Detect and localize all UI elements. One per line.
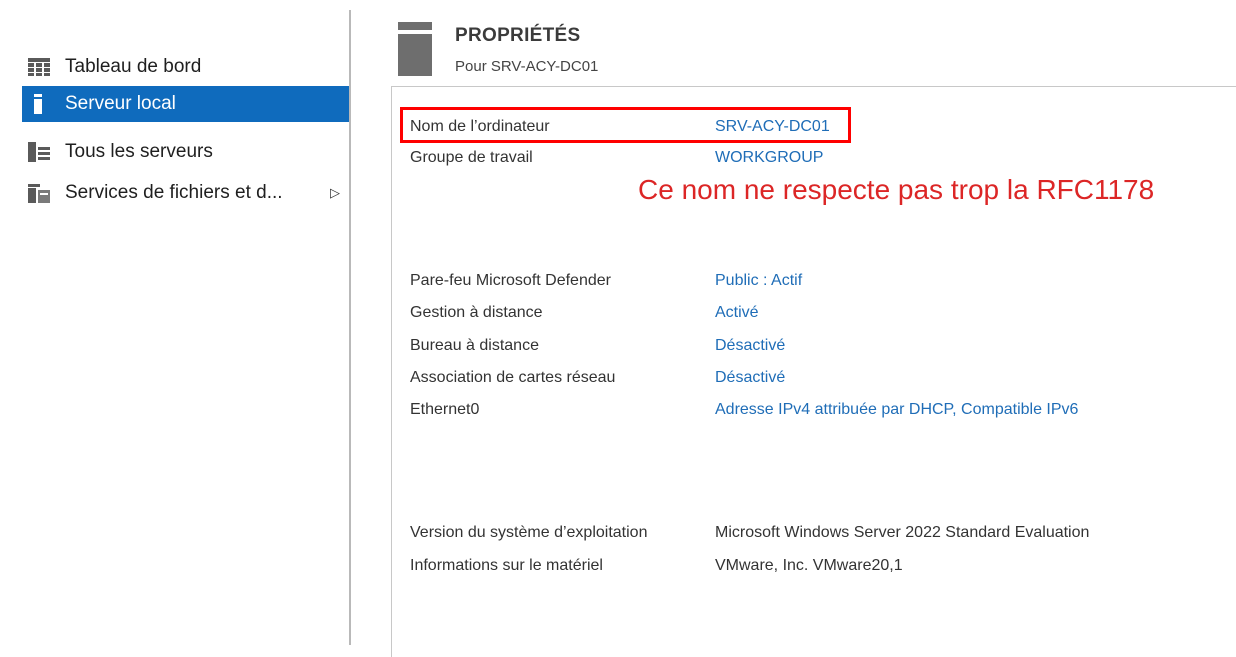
property-value-hardware-info: VMware, Inc. VMware20,1 (715, 557, 903, 574)
property-value-ethernet0[interactable]: Adresse IPv4 attribuée par DHCP, Compati… (715, 401, 1078, 419)
sidebar: Tableau de bord Serveur local Tous les s… (0, 0, 350, 645)
property-label-workgroup: Groupe de travail (410, 149, 533, 166)
sidebar-divider (349, 10, 351, 645)
page-subtitle: Pour SRV-ACY-DC01 (455, 58, 599, 75)
local-server-icon (28, 94, 50, 114)
dashboard-icon (28, 57, 50, 77)
property-value-nic-teaming[interactable]: Désactivé (715, 369, 785, 387)
property-label-os-version: Version du système d’exploitation (410, 524, 648, 541)
sidebar-item-all-servers[interactable]: Tous les serveurs (22, 134, 350, 170)
all-servers-icon (28, 142, 50, 162)
sidebar-item-label: Serveur local (65, 93, 176, 114)
property-label-firewall: Pare-feu Microsoft Defender (410, 272, 611, 289)
property-value-firewall[interactable]: Public : Actif (715, 272, 802, 290)
property-label-remote-desktop: Bureau à distance (410, 337, 539, 354)
page-title: PROPRIÉTÉS (455, 25, 581, 46)
property-label-hardware-info: Informations sur le matériel (410, 557, 603, 574)
annotation-text: Ce nom ne respecte pas trop la RFC1178 (638, 174, 1155, 205)
sidebar-item-local-server[interactable]: Serveur local (22, 86, 350, 122)
property-value-remote-management[interactable]: Activé (715, 304, 759, 322)
server-icon (398, 22, 432, 76)
property-label-ethernet0: Ethernet0 (410, 401, 480, 418)
property-label-remote-management: Gestion à distance (410, 304, 543, 321)
sidebar-item-file-services[interactable]: Services de fichiers et d... ▷ (22, 175, 350, 211)
property-value-workgroup[interactable]: WORKGROUP (715, 149, 823, 167)
property-value-remote-desktop[interactable]: Désactivé (715, 337, 785, 355)
sidebar-item-dashboard[interactable]: Tableau de bord (22, 49, 350, 85)
sidebar-item-label: Services de fichiers et d... (65, 182, 283, 203)
sidebar-item-label: Tous les serveurs (65, 141, 213, 162)
sidebar-item-label: Tableau de bord (65, 56, 202, 77)
file-services-icon (28, 183, 50, 203)
submenu-arrow-icon[interactable]: ▷ (330, 185, 340, 201)
computer-name-highlight-box (400, 107, 851, 143)
property-value-os-version: Microsoft Windows Server 2022 Standard E… (715, 524, 1090, 541)
property-label-nic-teaming: Association de cartes réseau (410, 369, 616, 386)
